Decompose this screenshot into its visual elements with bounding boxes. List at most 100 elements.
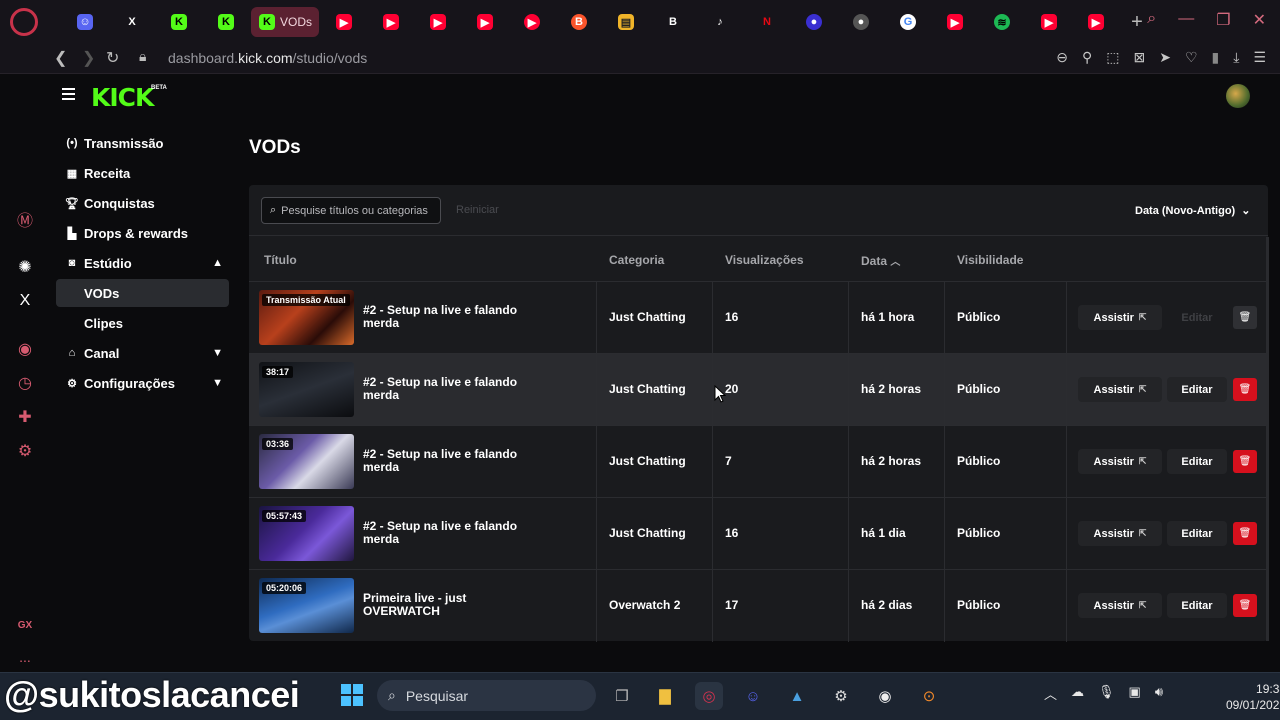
vod-category[interactable]: Just Chatting: [609, 526, 686, 540]
obs-icon[interactable]: ◉: [871, 682, 899, 710]
tab-spotify[interactable]: ≋: [980, 7, 1024, 37]
vod-title[interactable]: #2 - Setup na live e falando merda: [363, 304, 538, 330]
tab-tiktok[interactable]: ♪: [698, 7, 742, 37]
tab-youtube-1[interactable]: ▶: [322, 7, 366, 37]
opera-logo-icon[interactable]: [10, 8, 38, 36]
tab-youtube-music[interactable]: ▶: [510, 7, 554, 37]
tab-vods[interactable]: K VODs: [251, 7, 319, 37]
microphone-icon[interactable]: 🎙︎: [1098, 684, 1115, 703]
history-icon[interactable]: ◷: [14, 372, 36, 394]
vod-title[interactable]: #2 - Setup na live e falando merda: [363, 520, 538, 546]
vod-title[interactable]: #2 - Setup na live e falando merda: [363, 448, 538, 474]
vod-thumbnail[interactable]: 38:17: [259, 362, 354, 417]
chatgpt-icon[interactable]: ✺: [14, 256, 36, 278]
watch-button[interactable]: Assistir ⇱: [1078, 305, 1162, 330]
overwatch-icon[interactable]: ⊙: [915, 682, 943, 710]
header-date[interactable]: Data ︿: [861, 253, 900, 268]
watch-button[interactable]: Assistir ⇱: [1078, 521, 1162, 546]
steam-icon[interactable]: ⚙: [827, 682, 855, 710]
tab-google[interactable]: G: [886, 7, 930, 37]
header-title[interactable]: Título: [264, 253, 297, 267]
tab-youtube-3[interactable]: ▶: [416, 7, 460, 37]
vod-category[interactable]: Overwatch 2: [609, 598, 680, 612]
x-icon[interactable]: X: [14, 290, 36, 312]
sort-dropdown[interactable]: Data (Novo-Antigo) ⌄: [1125, 198, 1260, 223]
vod-thumbnail[interactable]: 05:57:43: [259, 506, 354, 561]
photos-icon[interactable]: ▲: [783, 682, 811, 710]
search-tabs-icon[interactable]: ⌕: [1147, 10, 1156, 30]
edit-button[interactable]: Editar: [1167, 593, 1227, 618]
user-avatar[interactable]: [1226, 84, 1250, 108]
more-options[interactable]: ...: [14, 646, 36, 668]
tab-netflix[interactable]: N: [745, 7, 789, 37]
tab-youtube-5[interactable]: ▶: [933, 7, 977, 37]
tab-discord[interactable]: ☺: [63, 7, 107, 37]
file-explorer-icon[interactable]: ▇: [651, 682, 679, 710]
edit-button[interactable]: Editar: [1167, 305, 1227, 330]
task-view-icon[interactable]: ❐: [608, 682, 636, 710]
edit-button[interactable]: Editar: [1167, 377, 1227, 402]
onedrive-icon[interactable]: ☁: [1071, 684, 1084, 703]
download-icon[interactable]: ⤓: [1233, 49, 1239, 66]
header-views[interactable]: Visualizações: [725, 253, 804, 267]
delete-button[interactable]: 🗑︎: [1233, 522, 1257, 545]
taskbar-search[interactable]: ⌕ Pesquisar: [377, 680, 596, 711]
sidebar-item-estudio[interactable]: ◙ Estúdio ▲: [56, 249, 229, 277]
block-icon[interactable]: ⊠: [1133, 49, 1145, 66]
vod-category[interactable]: Just Chatting: [609, 382, 686, 396]
sidebar-item-canal[interactable]: ⌂ Canal ▼: [56, 339, 229, 367]
delete-button[interactable]: 🗑︎: [1233, 378, 1257, 401]
reload-icon[interactable]: ↻: [106, 48, 119, 68]
sidebar-item-conquistas[interactable]: 🏆︎ Conquistas: [56, 189, 229, 217]
edit-button[interactable]: Editar: [1167, 449, 1227, 474]
zoom-icon[interactable]: ⊖: [1056, 49, 1068, 66]
sidebar-item-clipes[interactable]: Clipes: [56, 309, 229, 337]
forward-icon[interactable]: ❯: [82, 48, 95, 68]
vod-thumbnail[interactable]: 03:36: [259, 434, 354, 489]
screenshot-icon[interactable]: ⬚: [1106, 49, 1119, 66]
pin-icon[interactable]: ⚲: [1082, 49, 1092, 66]
tab-youtube-2[interactable]: ▶: [369, 7, 413, 37]
tab-x[interactable]: X: [110, 7, 154, 37]
tab-youtube-7[interactable]: ▶: [1074, 7, 1118, 37]
tab-kick-2[interactable]: K: [204, 7, 248, 37]
tab-notebook[interactable]: ▤: [604, 7, 648, 37]
header-category[interactable]: Categoria: [609, 253, 664, 267]
kick-menu-icon[interactable]: [62, 88, 76, 102]
maximize-icon[interactable]: ❐: [1216, 10, 1230, 30]
tab-app-2[interactable]: ●: [839, 7, 883, 37]
music-player-icon[interactable]: ◉: [14, 338, 36, 360]
vod-category[interactable]: Just Chatting: [609, 454, 686, 468]
vod-thumbnail[interactable]: Transmissão Atual: [259, 290, 354, 345]
taskbar-clock[interactable]: 19:38 09/01/2026: [1226, 681, 1280, 713]
vod-title[interactable]: Primeira live - just OVERWATCH: [363, 592, 538, 618]
close-icon[interactable]: ✕: [1253, 10, 1266, 30]
tab-youtube-6[interactable]: ▶: [1027, 7, 1071, 37]
vod-category[interactable]: Just Chatting: [609, 310, 686, 324]
watch-button[interactable]: Assistir ⇱: [1078, 377, 1162, 402]
sidebar-item-transmissao[interactable]: (•) Transmissão: [56, 129, 229, 157]
scrollbar[interactable]: [1266, 237, 1269, 641]
discord-icon[interactable]: ☺: [739, 682, 767, 710]
heart-icon[interactable]: ♡: [1185, 49, 1198, 66]
delete-button[interactable]: 🗑︎: [1233, 306, 1257, 329]
profile-icon[interactable]: ▮: [1212, 49, 1220, 66]
back-icon[interactable]: ❮: [54, 48, 67, 68]
kick-logo[interactable]: KICK: [91, 83, 154, 112]
sidebar-item-receita[interactable]: ▦ Receita: [56, 159, 229, 187]
opera-gx-icon[interactable]: ◎: [695, 682, 723, 710]
send-icon[interactable]: ➤: [1159, 49, 1171, 66]
search-input[interactable]: [281, 204, 430, 217]
tab-b[interactable]: B: [651, 7, 695, 37]
watch-button[interactable]: Assistir ⇱: [1078, 449, 1162, 474]
vod-title[interactable]: #2 - Setup na live e falando merda: [363, 376, 538, 402]
url-field[interactable]: dashboard.kick.com/studio/vods: [168, 50, 367, 66]
tab-brave[interactable]: B: [557, 7, 601, 37]
chevron-up-icon[interactable]: ︿: [1044, 684, 1057, 703]
new-tab-button[interactable]: +: [1124, 9, 1150, 35]
network-icon[interactable]: ▣: [1129, 684, 1141, 703]
menu-icon[interactable]: ☰: [1253, 49, 1266, 66]
minimize-icon[interactable]: —: [1178, 10, 1194, 30]
vod-thumbnail[interactable]: 05:20:06: [259, 578, 354, 633]
extensions-icon[interactable]: ✚: [14, 406, 36, 428]
